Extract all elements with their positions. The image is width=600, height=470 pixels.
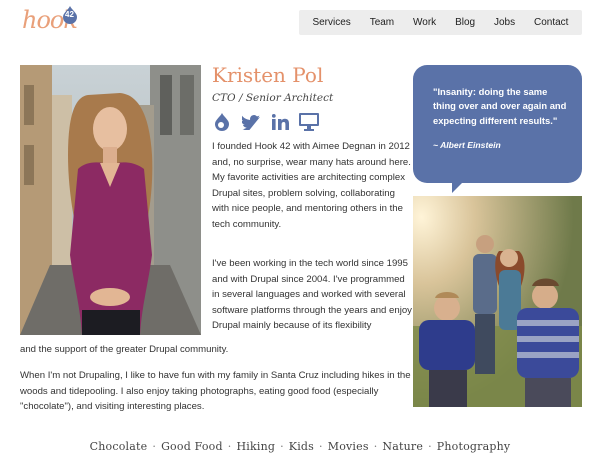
interest-item: Nature	[382, 440, 424, 453]
drupal-icon[interactable]	[212, 113, 232, 131]
social-links	[212, 113, 319, 131]
bio-paragraph-1: I founded Hook 42 with Aimee Degnan in 2…	[212, 141, 411, 230]
twitter-icon[interactable]	[241, 113, 261, 131]
logo-badge-number: 42	[65, 10, 74, 19]
bio-paragraph-2: I've been working in the tech world sinc…	[212, 258, 412, 332]
profile-role: CTO / Senior Architect	[212, 92, 334, 104]
main-nav: Services Team Work Blog Jobs Contact	[299, 10, 582, 35]
quote-bubble: "Insanity: doing the same thing over and…	[413, 65, 582, 183]
separator-dot: ·	[428, 440, 432, 453]
family-photo	[413, 196, 582, 407]
bio-paragraph-2-continued: and the support of the greater Drupal co…	[20, 344, 229, 355]
quote-text: "Insanity: doing the same thing over and…	[433, 86, 567, 126]
nav-item-jobs[interactable]: Jobs	[494, 17, 515, 28]
interest-item: Photography	[436, 440, 511, 453]
separator-dot: ·	[227, 440, 232, 453]
interest-item: Kids	[288, 440, 315, 453]
separator-dot: ·	[280, 440, 284, 453]
site-logo[interactable]: hook 42	[22, 4, 82, 38]
interest-item: Movies	[327, 440, 369, 453]
interest-item: Good Food	[161, 440, 223, 453]
monitor-icon[interactable]	[299, 113, 319, 131]
profile-name: Kristen Pol	[212, 63, 324, 87]
nav-item-blog[interactable]: Blog	[455, 17, 475, 28]
quote-author: ~ Albert Einstein	[433, 140, 501, 151]
nav-item-services[interactable]: Services	[312, 17, 350, 28]
interest-item: Hiking	[236, 440, 276, 453]
linkedin-icon[interactable]	[270, 113, 290, 131]
nav-item-work[interactable]: Work	[413, 17, 436, 28]
interest-item: Chocolate	[89, 440, 148, 453]
profile-photo	[20, 65, 201, 335]
separator-dot: ·	[152, 440, 157, 453]
nav-item-team[interactable]: Team	[370, 17, 394, 28]
separator-dot: ·	[373, 440, 378, 453]
nav-item-contact[interactable]: Contact	[534, 17, 568, 28]
bio-paragraph-3: When I'm not Drupaling, I like to have f…	[20, 370, 411, 413]
interests-list: Chocolate · Good Food · Hiking · Kids · Movies · N…	[0, 440, 600, 453]
quote-bubble-tail	[452, 182, 463, 193]
separator-dot: ·	[319, 440, 323, 453]
